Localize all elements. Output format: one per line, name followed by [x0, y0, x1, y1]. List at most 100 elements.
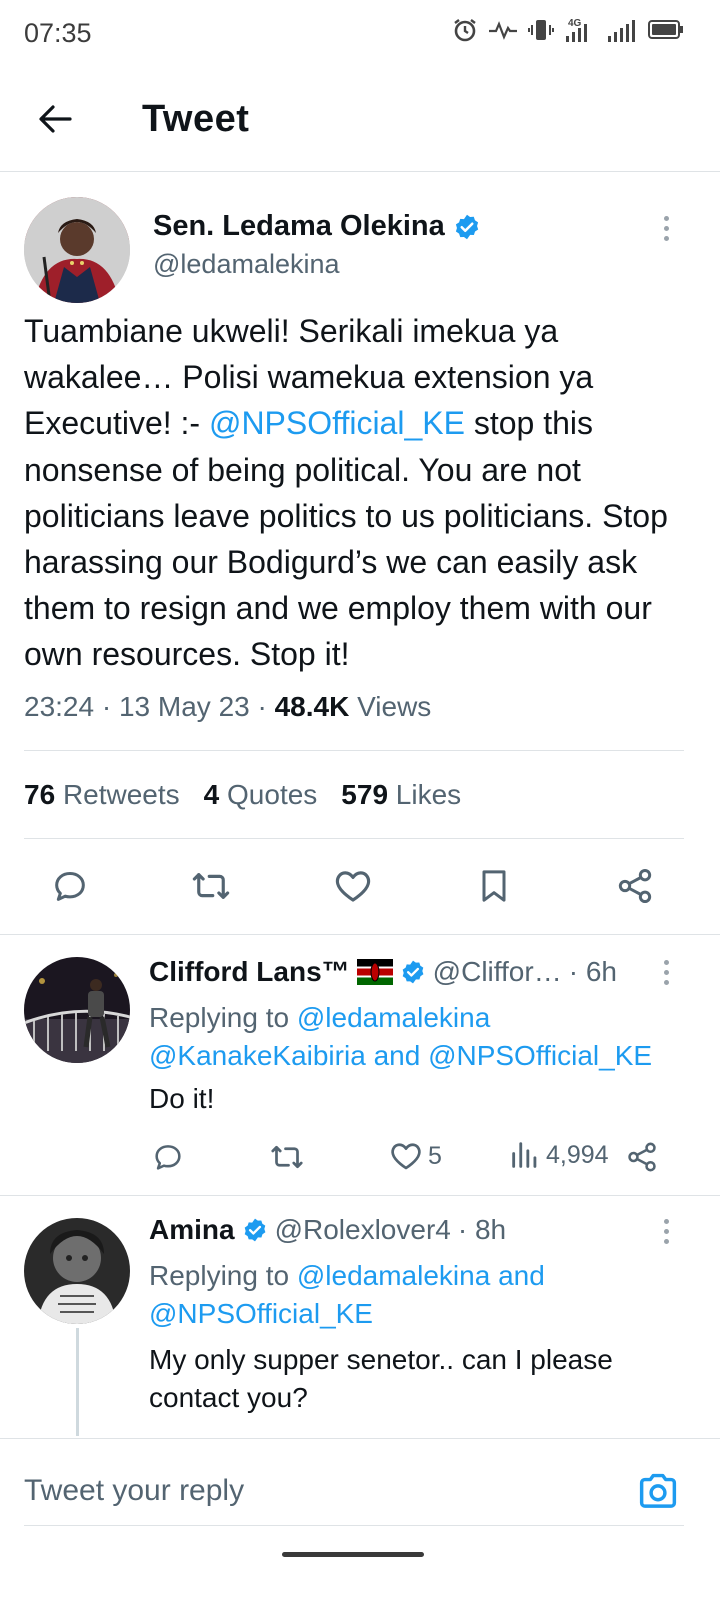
tweet-text: Tuambiane ukweli! Serikali imekua ya wak…: [24, 308, 696, 678]
top-app-bar: Tweet: [0, 64, 720, 172]
views-count[interactable]: 48.4K: [275, 691, 350, 722]
signal-4g-icon: 4G: [564, 16, 596, 44]
likes-label: Likes: [395, 779, 462, 810]
reply-button[interactable]: [47, 863, 93, 909]
replying-and: and: [373, 1040, 421, 1071]
divider: [24, 1525, 684, 1526]
bookmark-button[interactable]: [471, 863, 517, 909]
battery-icon: [648, 19, 684, 41]
retweet-icon: [192, 873, 230, 899]
tweet-text-part-2: stop this nonsense of being political. Y…: [24, 405, 668, 673]
share-button[interactable]: [622, 1137, 662, 1177]
replying-and: and: [498, 1260, 545, 1291]
reply-avatar[interactable]: [24, 957, 130, 1063]
retweets-count: 76: [24, 779, 56, 810]
reply-icon: [155, 1145, 181, 1170]
heart-icon: [335, 871, 371, 902]
like-count: 5: [428, 1141, 442, 1170]
status-time: 07:35: [24, 18, 92, 48]
camera-icon: [639, 1473, 677, 1508]
home-indicator[interactable]: [282, 1552, 424, 1557]
tweet-meta: 23:24 · 13 May 23 · 48.4K Views: [24, 691, 431, 723]
camera-button[interactable]: [632, 1465, 684, 1517]
reply-display-name: Amina: [149, 1214, 235, 1245]
reply-handle: @Cliffor…: [432, 956, 562, 987]
meta-separator: ·: [257, 691, 267, 722]
back-button[interactable]: [30, 94, 80, 144]
share-icon: [618, 869, 652, 903]
heart-icon: [391, 1143, 421, 1170]
reply-age: · 6h: [568, 956, 617, 987]
author-display-name: Sen. Ledama Olekina: [153, 210, 445, 242]
mention-link[interactable]: @NPSOfficial_KE: [209, 405, 465, 441]
likes-stat[interactable]: 579 Likes: [341, 779, 461, 811]
likes-count: 579: [341, 779, 389, 810]
more-options-icon[interactable]: [656, 1211, 676, 1251]
reply-avatar[interactable]: [24, 1218, 130, 1324]
replying-mention[interactable]: @NPSOfficial_KE: [428, 1040, 652, 1071]
verified-badge-icon: [402, 960, 424, 984]
author-name-row[interactable]: Sen. Ledama Olekina: [153, 210, 481, 243]
retweet-button[interactable]: [267, 1137, 307, 1177]
reply-text: My only supper senetor.. can I please co…: [149, 1344, 613, 1413]
reply-author-row[interactable]: Amina @Rolexlover4 · 8h: [149, 1214, 506, 1246]
views-label: Views: [357, 691, 432, 722]
status-icons: 4G: [452, 16, 684, 44]
verified-badge-icon: [244, 1218, 265, 1242]
retweet-button[interactable]: [188, 863, 234, 909]
reply-age: · 8h: [457, 1214, 507, 1245]
verified-badge-icon: [455, 214, 478, 239]
replying-mention[interactable]: @ledamalekina: [297, 1002, 490, 1033]
like-button[interactable]: [330, 863, 376, 909]
like-button[interactable]: 5: [388, 1138, 442, 1174]
thread-connector-line: [76, 1328, 79, 1436]
divider: [0, 1195, 720, 1196]
reply-button[interactable]: [148, 1137, 188, 1177]
more-options-icon[interactable]: [656, 208, 676, 248]
signal-icon: [606, 16, 638, 44]
meta-separator: ·: [101, 691, 112, 722]
divider: [0, 934, 720, 935]
engagement-stats: 76 Retweets 4 Quotes 579 Likes: [24, 779, 461, 811]
status-bar: 07:35 4G: [0, 0, 720, 64]
reply-handle: @Rolexlover4: [274, 1214, 451, 1245]
tweet-time: 23:24: [24, 691, 95, 722]
network-type-label: 4G: [568, 18, 582, 29]
replying-prefix: Replying to: [149, 1260, 290, 1291]
replying-to: Replying to @ledamalekina @KanakeKaibiri…: [149, 999, 709, 1075]
share-icon: [628, 1142, 656, 1172]
quotes-label: Quotes: [227, 779, 318, 810]
divider: [24, 838, 684, 839]
share-button[interactable]: [612, 863, 658, 909]
analytics-icon: [512, 1142, 537, 1168]
arrow-left-icon: [39, 105, 72, 133]
reply-input[interactable]: [24, 1469, 584, 1513]
replying-mention[interactable]: @NPSOfficial_KE: [149, 1298, 373, 1329]
more-options-icon[interactable]: [656, 952, 676, 992]
alarm-icon: [452, 17, 478, 43]
vibrate-icon: [528, 17, 554, 43]
bookmark-icon: [482, 870, 506, 902]
replying-to: Replying to @ledamalekina and @NPSOffici…: [149, 1257, 709, 1333]
replying-prefix: Replying to: [149, 1002, 290, 1033]
reply-icon: [55, 872, 85, 901]
retweets-label: Retweets: [62, 779, 180, 810]
author-handle[interactable]: @ledamalekina: [153, 249, 340, 280]
reply-display-name: Clifford Lans™: [149, 956, 350, 987]
replying-mention[interactable]: @KanakeKaibiria: [149, 1040, 366, 1071]
quotes-stat[interactable]: 4 Quotes: [204, 779, 318, 811]
retweets-stat[interactable]: 76 Retweets: [24, 779, 180, 811]
reply-author-row[interactable]: Clifford Lans™ @Cliffor… · 6h: [149, 956, 617, 988]
replying-mention[interactable]: @ledamalekina: [297, 1260, 490, 1291]
retweet-icon: [271, 1145, 303, 1169]
views-button[interactable]: 4,994: [508, 1138, 609, 1172]
divider: [24, 750, 684, 751]
views-count: 4,994: [546, 1140, 609, 1169]
reply-composer: [0, 1438, 720, 1548]
activity-icon: [488, 18, 518, 42]
author-avatar[interactable]: [24, 197, 130, 303]
quotes-count: 4: [203, 779, 220, 810]
tweet-date: 13 May 23: [118, 691, 250, 722]
kenya-flag-icon: [356, 959, 393, 985]
reply-text: Do it!: [149, 1083, 215, 1114]
